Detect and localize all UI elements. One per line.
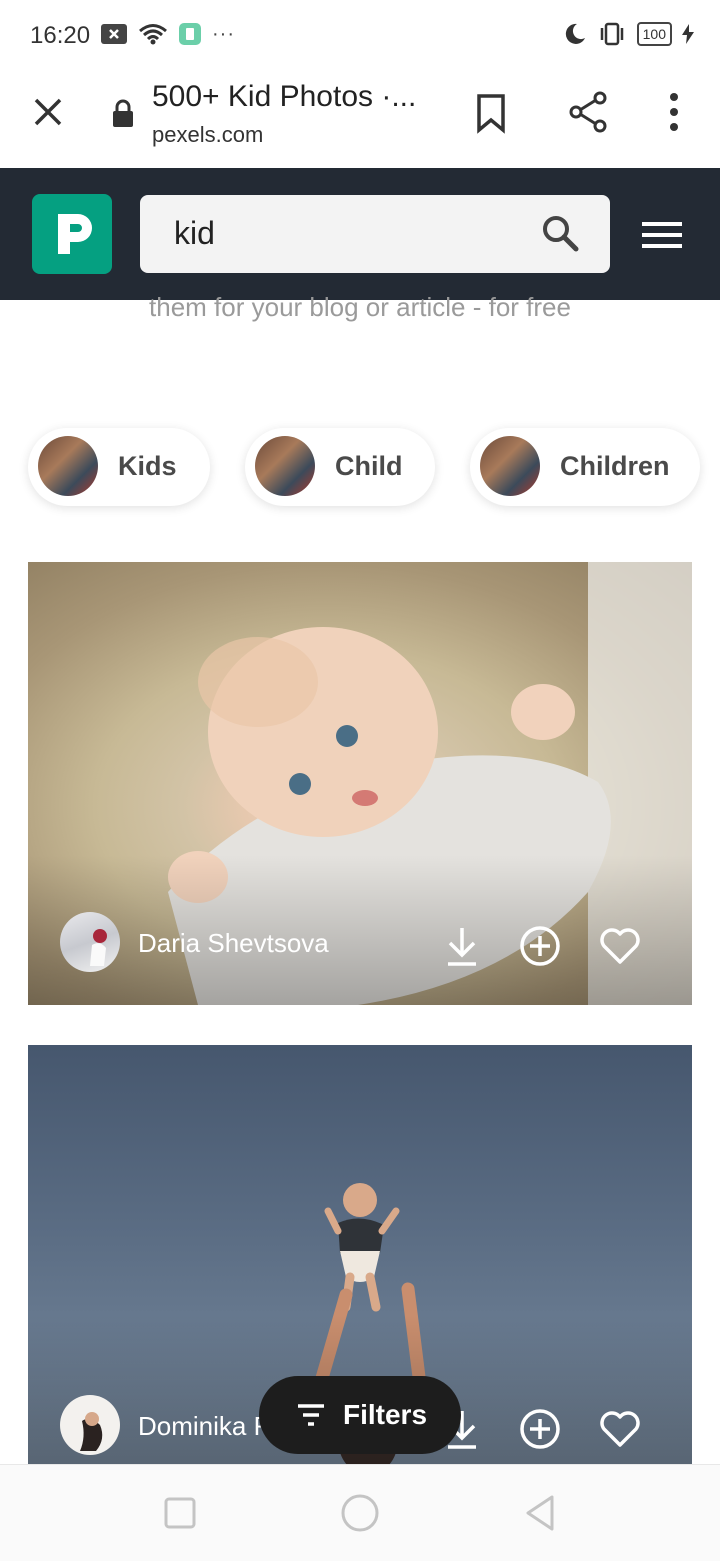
site-header: kid xyxy=(0,168,720,300)
more-status-icon: ··· xyxy=(212,22,235,45)
moon-icon xyxy=(565,23,585,44)
overflow-menu-icon[interactable] xyxy=(652,90,696,134)
vibrate-icon xyxy=(600,22,623,46)
charging-icon xyxy=(682,24,694,44)
lock-icon xyxy=(113,99,133,127)
add-to-collection-icon[interactable] xyxy=(518,1407,562,1451)
chip-kids[interactable]: Kids xyxy=(28,428,210,506)
add-to-collection-icon[interactable] xyxy=(518,924,562,968)
logo-icon xyxy=(58,214,92,254)
bookmark-icon[interactable] xyxy=(470,92,512,134)
app-icon xyxy=(179,23,201,45)
download-icon[interactable] xyxy=(440,924,484,968)
battery-indicator: 100 xyxy=(636,22,672,46)
author-name[interactable]: Daria Shevtsova xyxy=(138,928,329,959)
author-avatar-image xyxy=(80,1412,103,1451)
chip-label: Children xyxy=(560,451,670,481)
filters-button[interactable]: Filters xyxy=(259,1376,461,1454)
chip-label: Child xyxy=(335,451,403,481)
author-avatar[interactable] xyxy=(60,912,120,972)
chip-child[interactable]: Child xyxy=(245,428,435,506)
chip-avatar xyxy=(38,436,98,496)
page-url[interactable]: pexels.com xyxy=(152,122,263,148)
like-heart-icon[interactable] xyxy=(598,1407,642,1451)
notification-icon xyxy=(101,24,127,44)
pexels-logo[interactable] xyxy=(32,194,112,274)
author-name[interactable]: Dominika R xyxy=(138,1411,272,1442)
author-avatar[interactable] xyxy=(60,1395,120,1455)
author-avatar-image xyxy=(90,929,107,966)
system-navigation-bar xyxy=(0,1464,720,1561)
status-time: 16:20 xyxy=(30,22,91,49)
page-title: 500+ Kid Photos ·... xyxy=(152,80,417,113)
back-icon[interactable] xyxy=(520,1493,560,1533)
search-icon[interactable] xyxy=(540,213,580,253)
chip-avatar xyxy=(255,436,315,496)
search-input[interactable]: kid xyxy=(140,195,610,273)
search-query[interactable]: kid xyxy=(174,215,215,252)
share-icon[interactable] xyxy=(566,90,610,134)
home-icon[interactable] xyxy=(340,1493,380,1533)
chip-label: Kids xyxy=(118,451,177,481)
like-heart-icon[interactable] xyxy=(598,924,642,968)
close-icon[interactable] xyxy=(28,92,68,132)
browser-toolbar: 500+ Kid Photos ·... pexels.com xyxy=(0,70,720,168)
recent-apps-icon[interactable] xyxy=(160,1493,200,1533)
wifi-icon xyxy=(139,24,167,45)
filters-label: Filters xyxy=(343,1399,428,1430)
status-bar: 16:20 ··· 100 xyxy=(0,0,720,70)
hamburger-menu-icon[interactable] xyxy=(642,220,682,250)
filter-icon xyxy=(298,1404,324,1426)
chip-children[interactable]: Children xyxy=(470,428,700,506)
chip-avatar xyxy=(480,436,540,496)
page-subtitle: them for your blog or article - for free xyxy=(149,292,571,322)
photo-card[interactable]: Daria Shevtsova xyxy=(28,562,692,1005)
